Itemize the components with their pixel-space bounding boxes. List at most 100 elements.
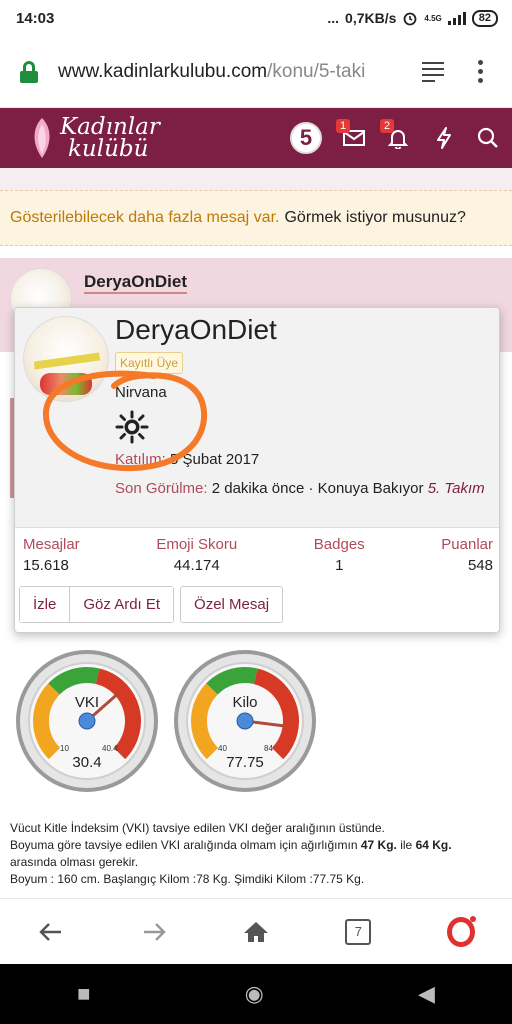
member-stats: Mesajlar 15.618 Emoji Skoru 44.174 Badge… (23, 536, 493, 574)
gauge-value: 30.4 (72, 754, 102, 771)
follow-ignore-group: İzle Göz Ardı Et (19, 586, 175, 623)
bmi-gauge: VKI 10 40.4 30.4 (16, 650, 158, 792)
bmi-description: Vücut Kitle İndeksim (VKI) tavsiye edile… (10, 820, 500, 888)
gauge-min: 10 (60, 744, 69, 753)
lock-icon (20, 60, 38, 83)
home-circle-icon[interactable]: ◉ (245, 981, 264, 1007)
more-messages-notice[interactable]: Gösterilebilecek daha fazla mesaj var. G… (0, 190, 512, 246)
gauge-max: 84 (264, 744, 273, 753)
last-seen-value: 2 dakika önce · Konuya Bakıyor (211, 480, 424, 497)
back-button[interactable] (29, 910, 73, 954)
lotus-icon (34, 118, 50, 158)
gauge-arc-segment (48, 667, 100, 695)
home-button[interactable] (234, 910, 278, 954)
member-last-seen: Son Görülme: 2 dakika önce · Konuya Bakı… (115, 478, 485, 500)
back-triangle-icon[interactable]: ◀ (418, 981, 435, 1007)
recents-icon[interactable]: ■ (77, 981, 90, 1007)
bmi-line-2-e: arasında olması gerekir. (10, 855, 139, 869)
last-seen-label: Son Görülme: (115, 480, 208, 497)
follow-button[interactable]: İzle (20, 587, 70, 622)
status-bar: 14:03 ... 0,7KB/s 4.5G 82 (0, 0, 512, 36)
stat-emoji-score: Emoji Skoru 44.174 (156, 536, 237, 574)
bmi-line-2-a: Boyuma göre tavsiye edilen VKI aralığınd… (10, 838, 358, 852)
forward-arrow-icon (143, 922, 166, 941)
whats-new-button[interactable] (428, 122, 460, 154)
messages-badge: 1 (336, 119, 351, 133)
ignore-button[interactable]: Göz Ardı Et (69, 587, 174, 622)
stat-label: Mesajlar (23, 536, 80, 553)
opera-menu-button[interactable] (439, 910, 483, 954)
alerts-button[interactable]: 2 (380, 119, 414, 154)
bmi-line-2: Boyuma göre tavsiye edilen VKI aralığınd… (10, 837, 500, 871)
annotation-circle (42, 370, 208, 472)
alerts-badge: 2 (380, 119, 395, 133)
logo-text: Kadınlar kulübü (60, 114, 160, 162)
signal-icon (447, 11, 466, 25)
stat-value: 1 (335, 557, 344, 574)
gauge-arc-segment (253, 668, 299, 760)
status-time: 14:03 (16, 9, 55, 27)
logo-line-1: Kadınlar (60, 114, 160, 140)
stat-value: 44.174 (173, 557, 220, 574)
gauge-hub (236, 712, 254, 730)
bmi-line-2-c: ile (400, 838, 413, 852)
url-text[interactable]: www.kadinlarkulubu.com/konu/5-taki (58, 61, 414, 83)
url-path: /konu/5-taki (267, 60, 366, 82)
home-icon (243, 921, 268, 942)
search-icon (477, 127, 498, 148)
bmi-line-1: Vücut Kitle İndeksim (VKI) tavsiye edile… (10, 821, 385, 835)
gauge-min: 40 (218, 744, 227, 753)
reader-mode-icon[interactable] (422, 61, 444, 82)
search-button[interactable] (472, 122, 504, 154)
status-dots: ... (327, 10, 340, 26)
alarm-icon (404, 12, 417, 26)
battery-icon: 82 (471, 9, 498, 27)
tabs-button[interactable]: 7 (336, 910, 380, 954)
stat-messages: Mesajlar 15.618 (23, 536, 80, 574)
notice-hint: Gösterilebilecek daha fazla mesaj var. (10, 209, 280, 226)
browser-menu-icon[interactable] (478, 60, 483, 83)
address-bar[interactable]: www.kadinlarkulubu.com/konu/5-taki (0, 36, 512, 108)
bmi-min-weight: 47 Kg. (360, 838, 397, 852)
logo-line-2: kulübü (68, 136, 149, 162)
gauge-label: VKI (74, 694, 100, 711)
last-seen-thread-link[interactable]: 5. Takım (428, 480, 485, 497)
breadcrumb-strip (0, 168, 512, 190)
weight-gauge: Kilo 40 84 77.75 (174, 650, 316, 792)
lightning-icon (437, 127, 451, 149)
stat-value: 548 (467, 557, 493, 574)
gauge-value: 77.75 (226, 754, 264, 771)
member-username[interactable]: DeryaOnDiet (115, 314, 277, 346)
stat-label: Badges (313, 536, 365, 553)
gauge-max: 40.4 (102, 744, 118, 753)
site-header: Kadınlar kulübü 1 2 (0, 108, 512, 168)
messages-button[interactable]: 1 (336, 119, 370, 154)
url-domain: www.kadinlarkulubu.com (58, 60, 268, 82)
gauge-hub (78, 712, 96, 730)
gauge-arc-segment (95, 668, 141, 760)
back-arrow-icon (39, 922, 62, 941)
stat-points: Puanlar 548 (441, 536, 493, 574)
member-actions: İzle Göz Ardı Et Özel Mesaj (19, 586, 284, 623)
status-speed: 0,7KB/s (345, 10, 397, 26)
opera-icon (446, 915, 476, 947)
post-author-name[interactable]: DeryaOnDiet (84, 272, 187, 294)
notice-ask[interactable]: Görmek istiyor musunuz? (284, 209, 465, 227)
gauge-label: Kilo (232, 694, 258, 711)
bmi-max-weight: 64 Kg. (415, 838, 452, 852)
user-avatar[interactable]: 5 (290, 122, 322, 154)
site-logo[interactable]: Kadınlar kulübü (26, 112, 166, 164)
forward-button[interactable] (132, 910, 176, 954)
browser-bottom-bar: 7 (0, 898, 512, 964)
stat-label: Puanlar (441, 536, 493, 553)
bmi-line-3: Boyum : 160 cm. Başlangıç Kilom :78 Kg. … (10, 872, 365, 886)
gauge-arc-segment (206, 667, 258, 695)
private-message-button[interactable]: Özel Mesaj (180, 586, 284, 623)
tabs-count: 7 (345, 918, 372, 945)
status-indicators: ... 0,7KB/s 4.5G 82 (327, 9, 498, 27)
stat-label: Emoji Skoru (156, 536, 238, 553)
stat-value: 15.618 (23, 557, 69, 574)
stat-badges: Badges 1 (314, 536, 365, 574)
network-type: 4.5G (424, 13, 442, 23)
system-navigation-bar: ■ ◉ ◀ (0, 964, 512, 1024)
